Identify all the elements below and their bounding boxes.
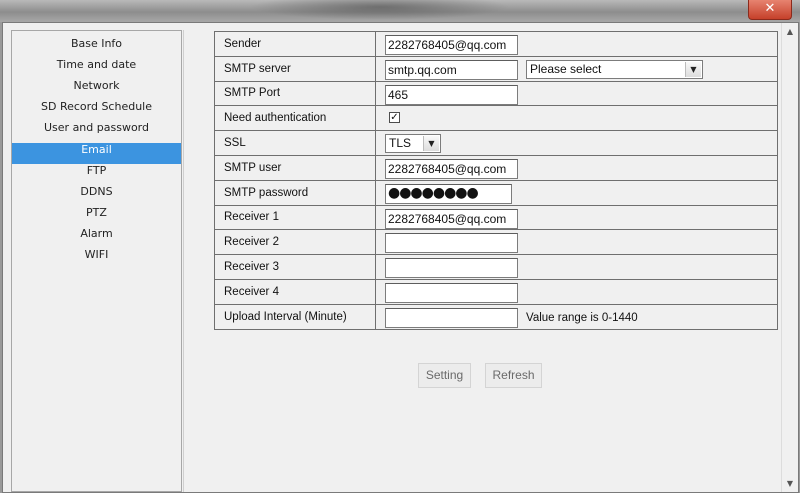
table-row: SMTP password ●●●●●●●● — [214, 179, 778, 206]
smtp-server-select-value: Please select — [530, 61, 602, 76]
refresh-button[interactable]: Refresh — [485, 363, 542, 388]
setting-button[interactable]: Setting — [418, 363, 471, 388]
sidebar-item-ftp[interactable]: FTP — [12, 164, 181, 185]
smtp-user-label: SMTP user — [214, 154, 376, 181]
smtp-user-input[interactable]: 2282768405@qq.com — [385, 158, 518, 179]
ssl-label: SSL — [214, 130, 376, 156]
sidebar-item-email[interactable]: Email — [12, 143, 181, 164]
receiver3-label: Receiver 3 — [214, 254, 376, 280]
sidebar-item-network[interactable]: Network — [12, 79, 181, 100]
sender-label: Sender — [214, 31, 376, 57]
check-icon: ✓ — [390, 112, 399, 124]
table-row: SMTP Port 465 — [214, 80, 778, 107]
upload-interval-hint: Value range is 0-1440 — [526, 311, 638, 324]
sidebar-item-alarm[interactable]: Alarm — [12, 227, 181, 248]
sidebar-item-sd-record[interactable]: SD Record Schedule — [12, 100, 181, 121]
receiver4-input[interactable] — [385, 282, 518, 303]
vertical-scrollbar[interactable]: ▲ ▼ — [781, 23, 798, 492]
scroll-up-icon[interactable]: ▲ — [782, 23, 798, 40]
receiver1-input[interactable]: 2282768405@qq.com — [385, 208, 518, 229]
ssl-select-value: TLS — [389, 136, 412, 151]
receiver2-input[interactable] — [385, 233, 518, 254]
table-row: Upload Interval (Minute) Value range is … — [214, 303, 778, 330]
receiver1-label: Receiver 1 — [214, 204, 376, 231]
smtp-port-label: SMTP Port — [214, 80, 376, 107]
sidebar-item-base-info[interactable]: Base Info — [12, 37, 181, 58]
receiver3-input[interactable] — [385, 258, 518, 279]
sender-input[interactable]: 2282768405@qq.com — [385, 35, 518, 55]
email-settings-table: Sender 2282768405@qq.com SMTP server smt… — [214, 31, 778, 330]
chevron-down-icon: ▼ — [423, 136, 439, 152]
smtp-server-label: SMTP server — [214, 55, 376, 82]
close-icon: ✕ — [764, 1, 776, 16]
upload-interval-label: Upload Interval (Minute) — [214, 303, 376, 330]
title-bar: ✕ — [0, 0, 800, 22]
settings-window: Base Info Time and date Network SD Recor… — [2, 22, 799, 493]
title-background-image — [250, 0, 510, 20]
receiver4-label: Receiver 4 — [214, 278, 376, 305]
sidebar-item-user-password[interactable]: User and password — [12, 121, 181, 142]
smtp-server-select[interactable]: Please select ▼ — [526, 59, 703, 79]
sidebar-item-time-date[interactable]: Time and date — [12, 58, 181, 79]
table-row: Receiver 1 2282768405@qq.com — [214, 204, 778, 231]
table-row: SSL TLS ▼ — [214, 130, 778, 156]
smtp-password-label: SMTP password — [214, 179, 376, 206]
table-row: Receiver 4 — [214, 278, 778, 305]
receiver2-label: Receiver 2 — [214, 229, 376, 256]
sidebar-item-wifi[interactable]: WIFI — [12, 248, 181, 269]
table-row: SMTP user 2282768405@qq.com — [214, 154, 778, 181]
close-button[interactable]: ✕ — [748, 0, 792, 20]
sidebar: Base Info Time and date Network SD Recor… — [11, 30, 182, 492]
smtp-password-input[interactable]: ●●●●●●●● — [385, 183, 512, 204]
table-row: Receiver 3 — [214, 254, 778, 280]
table-row: Need authentication ✓ — [214, 105, 778, 132]
sidebar-item-ptz[interactable]: PTZ — [12, 206, 181, 227]
need-auth-checkbox[interactable]: ✓ — [389, 112, 400, 124]
smtp-server-input[interactable]: smtp.qq.com — [385, 59, 518, 80]
smtp-port-input[interactable]: 465 — [385, 84, 518, 105]
ssl-select[interactable]: TLS ▼ — [385, 134, 441, 154]
table-row: Receiver 2 — [214, 229, 778, 256]
scroll-down-icon[interactable]: ▼ — [782, 475, 798, 492]
chevron-down-icon: ▼ — [685, 61, 701, 77]
sidebar-item-ddns[interactable]: DDNS — [12, 185, 181, 206]
table-row: SMTP server smtp.qq.com Please select ▼ — [214, 55, 778, 82]
table-row: Sender 2282768405@qq.com — [214, 31, 778, 57]
upload-interval-input[interactable] — [385, 307, 518, 328]
need-auth-label: Need authentication — [214, 105, 376, 132]
sidebar-divider — [183, 30, 184, 492]
